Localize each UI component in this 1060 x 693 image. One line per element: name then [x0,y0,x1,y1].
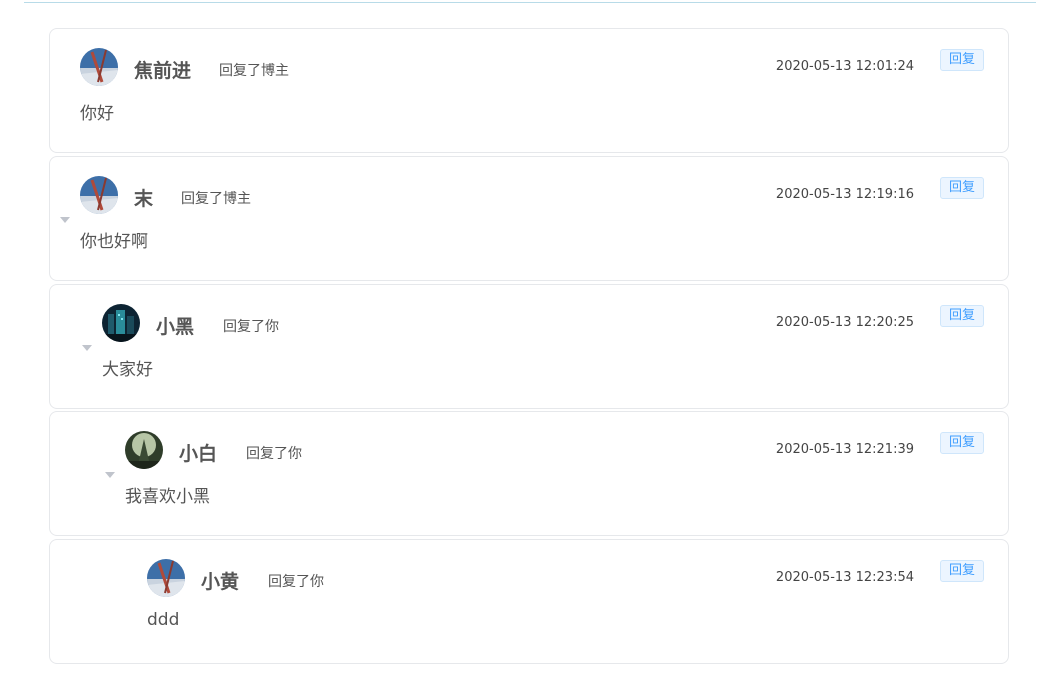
timestamp: 2020-05-13 12:21:39 [775,442,914,457]
username[interactable]: 小白 [179,439,217,466]
top-divider [24,2,1036,3]
timestamp: 2020-05-13 12:01:24 [775,59,914,74]
username[interactable]: 焦前进 [134,56,191,83]
reply-button[interactable]: 回复 [940,432,984,454]
reply-info: 回复了你 [268,574,324,590]
bridge-avatar-icon[interactable] [80,48,118,86]
comment-card: 焦前进 回复了博主 2020-05-13 12:01:24 回复 你好 [49,28,1009,153]
username[interactable]: 小黑 [156,312,194,339]
city-night-avatar-icon[interactable] [102,304,140,342]
comment-content: 你也好啊 [80,232,148,252]
reply-button[interactable]: 回复 [940,305,984,327]
timestamp: 2020-05-13 12:23:54 [775,570,914,585]
comment-card: 末 回复了博主 2020-05-13 12:19:16 回复 你也好啊 [49,156,1009,281]
comment-content: 你好 [80,104,114,124]
reply-button[interactable]: 回复 [940,49,984,71]
comment-card: 小黄 回复了你 2020-05-13 12:23:54 回复 ddd [49,539,1009,664]
bridge-avatar-icon[interactable] [80,176,118,214]
collapse-caret-icon[interactable] [60,217,70,223]
reply-button[interactable]: 回复 [940,560,984,582]
comment-content: 大家好 [102,360,153,380]
reply-info: 回复了你 [246,446,302,462]
bridge-avatar-icon[interactable] [147,559,185,597]
collapse-caret-icon[interactable] [82,345,92,351]
comment-card: 小白 回复了你 2020-05-13 12:21:39 回复 我喜欢小黑 [49,411,1009,536]
forest-avatar-icon[interactable] [125,431,163,469]
comment-content: ddd [147,610,180,630]
timestamp: 2020-05-13 12:19:16 [775,187,914,202]
collapse-caret-icon[interactable] [105,472,115,478]
username[interactable]: 小黄 [201,567,239,594]
reply-info: 回复了博主 [219,63,289,79]
username[interactable]: 末 [134,184,153,211]
reply-info: 回复了博主 [181,191,251,207]
reply-button[interactable]: 回复 [940,177,984,199]
timestamp: 2020-05-13 12:20:25 [775,315,914,330]
reply-info: 回复了你 [223,319,279,335]
comment-card: 小黑 回复了你 2020-05-13 12:20:25 回复 大家好 [49,284,1009,409]
comment-content: 我喜欢小黑 [125,487,210,507]
